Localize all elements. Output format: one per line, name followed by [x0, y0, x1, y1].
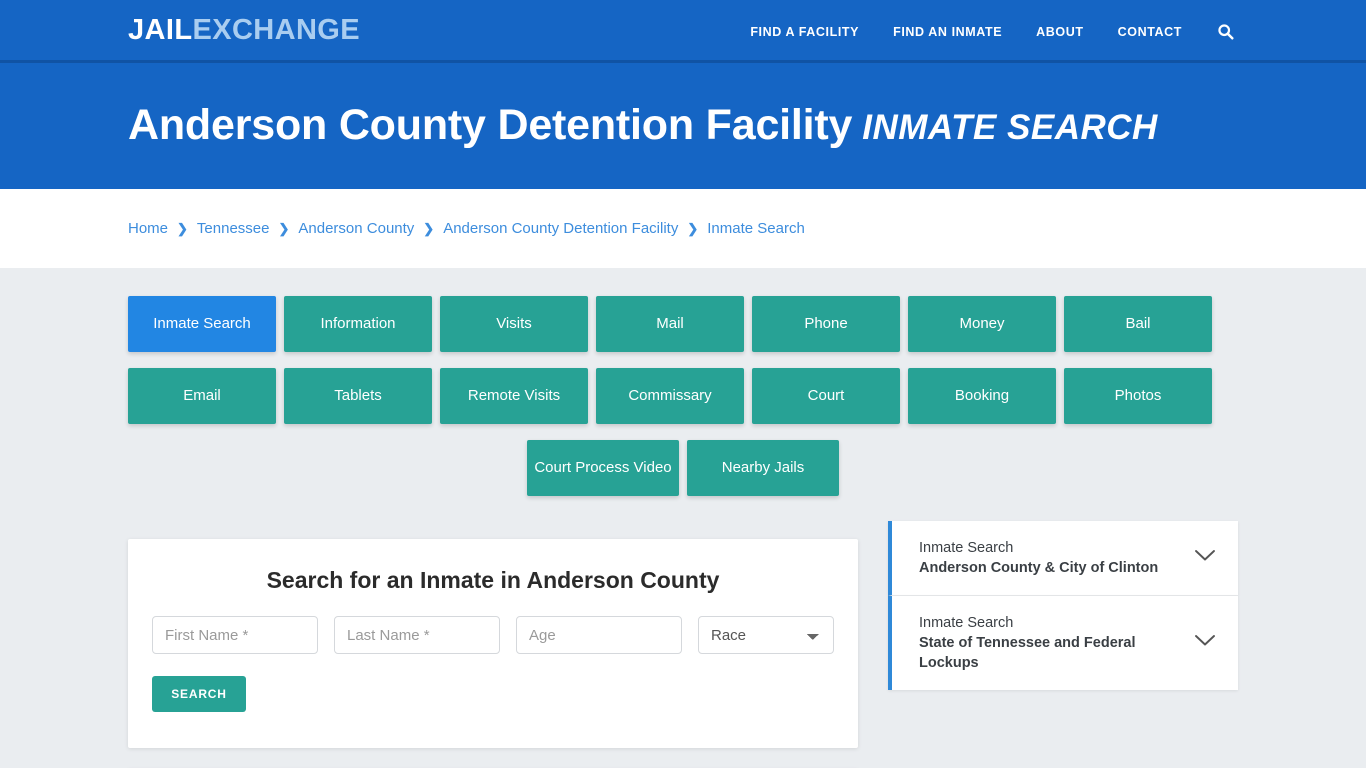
breadcrumb-item-anderson-county[interactable]: Anderson County — [298, 220, 414, 237]
logo-text-primary: JAIL — [128, 14, 193, 46]
tab-bail[interactable]: Bail — [1064, 296, 1212, 352]
breadcrumb-separator-icon: ❯ — [687, 220, 699, 236]
tab-nearby-jails[interactable]: Nearby Jails — [687, 440, 839, 496]
nav-item-about[interactable]: ABOUT — [1019, 25, 1100, 39]
content-container: Inmate Search Information Visits Mail Ph… — [128, 296, 1238, 768]
breadcrumb-item-facility[interactable]: Anderson County Detention Facility — [443, 220, 678, 237]
tab-booking[interactable]: Booking — [908, 368, 1056, 424]
tab-tablets[interactable]: Tablets — [284, 368, 432, 424]
accordion-item-anderson-county[interactable]: Inmate Search Anderson County & City of … — [888, 521, 1238, 596]
main-navigation: FIND A FACILITY FIND AN INMATE ABOUT CON… — [733, 0, 1238, 63]
search-card-title: Search for an Inmate in Anderson County — [266, 567, 720, 593]
tab-court-process-video[interactable]: Court Process Video — [527, 440, 679, 496]
tab-row-3: Court Process Video Nearby Jails — [128, 440, 1238, 496]
breadcrumb-separator-icon: ❯ — [423, 220, 435, 236]
accordion-item-line2: Anderson County & City of Clinton — [919, 560, 1159, 576]
tab-information[interactable]: Information — [284, 296, 432, 352]
accordion-item-state-federal[interactable]: Inmate Search State of Tennessee and Fed… — [888, 596, 1238, 690]
page-title: Anderson County Detention Facility INMATE… — [0, 102, 1158, 149]
accordion-item-line2: State of Tennessee and Federal Lockups — [919, 635, 1136, 671]
page-body: Inmate Search Information Visits Mail Ph… — [0, 268, 1366, 768]
inmate-search-card: Search for an Inmate in Anderson County … — [128, 539, 858, 748]
hero-banner: Anderson County Detention Facility INMATE… — [0, 63, 1366, 189]
tab-row-2: Email Tablets Remote Visits Commissary C… — [128, 368, 1238, 424]
nav-item-find-a-facility[interactable]: FIND A FACILITY — [733, 25, 876, 39]
page-title-subtitle: INMATE SEARCH — [862, 108, 1158, 148]
logo-text-secondary: EXCHANGE — [192, 14, 361, 46]
tab-commissary[interactable]: Commissary — [596, 368, 744, 424]
site-logo[interactable]: JAILEXCHANGE — [128, 16, 360, 45]
tab-phone[interactable]: Phone — [752, 296, 900, 352]
breadcrumb: Home ❯ Tennessee ❯ Anderson County ❯ And… — [128, 220, 805, 237]
facility-tab-grid: Inmate Search Information Visits Mail Ph… — [128, 296, 1238, 504]
chevron-down-icon[interactable] — [1194, 549, 1216, 567]
search-icon — [1218, 24, 1234, 40]
chevron-down-icon[interactable] — [1194, 634, 1216, 652]
tab-row-1: Inmate Search Information Visits Mail Ph… — [128, 296, 1238, 352]
nav-item-find-an-inmate[interactable]: FIND AN INMATE — [876, 25, 1019, 39]
tab-remote-visits[interactable]: Remote Visits — [440, 368, 588, 424]
first-name-input[interactable] — [152, 616, 318, 654]
age-input[interactable] — [516, 616, 682, 654]
search-form-fields: Race — [152, 616, 834, 654]
accordion-item-label: Inmate Search Anderson County & City of … — [919, 538, 1158, 578]
last-name-input[interactable] — [334, 616, 500, 654]
nav-search-button[interactable] — [1199, 23, 1238, 40]
site-header: JAILEXCHANGE FIND A FACILITY FIND AN INM… — [0, 0, 1366, 63]
breadcrumb-item-tennessee[interactable]: Tennessee — [197, 220, 270, 237]
tab-visits[interactable]: Visits — [440, 296, 588, 352]
nav-item-contact[interactable]: CONTACT — [1101, 25, 1199, 39]
accordion-item-line1: Inmate Search — [919, 540, 1014, 556]
tab-money[interactable]: Money — [908, 296, 1056, 352]
breadcrumb-separator-icon: ❯ — [278, 220, 290, 236]
accordion-item-line1: Inmate Search — [919, 615, 1014, 631]
tab-photos[interactable]: Photos — [1064, 368, 1212, 424]
tab-inmate-search[interactable]: Inmate Search — [128, 296, 276, 352]
accordion-item-label: Inmate Search State of Tennessee and Fed… — [919, 613, 1180, 673]
race-select[interactable]: Race — [698, 616, 834, 654]
tab-email[interactable]: Email — [128, 368, 276, 424]
search-submit-button[interactable]: SEARCH — [152, 676, 246, 712]
breadcrumb-item-home[interactable]: Home — [128, 220, 168, 237]
breadcrumb-separator-icon: ❯ — [177, 220, 188, 236]
main-content-row: Search for an Inmate in Anderson County … — [128, 521, 1238, 748]
sidebar-accordion: Inmate Search Anderson County & City of … — [888, 521, 1238, 690]
tab-mail[interactable]: Mail — [596, 296, 744, 352]
page-title-facility: Anderson County Detention Facility — [128, 101, 853, 150]
breadcrumb-bar: Home ❯ Tennessee ❯ Anderson County ❯ And… — [0, 189, 1366, 268]
tab-court[interactable]: Court — [752, 368, 900, 424]
breadcrumb-item-inmate-search: Inmate Search — [707, 220, 805, 237]
